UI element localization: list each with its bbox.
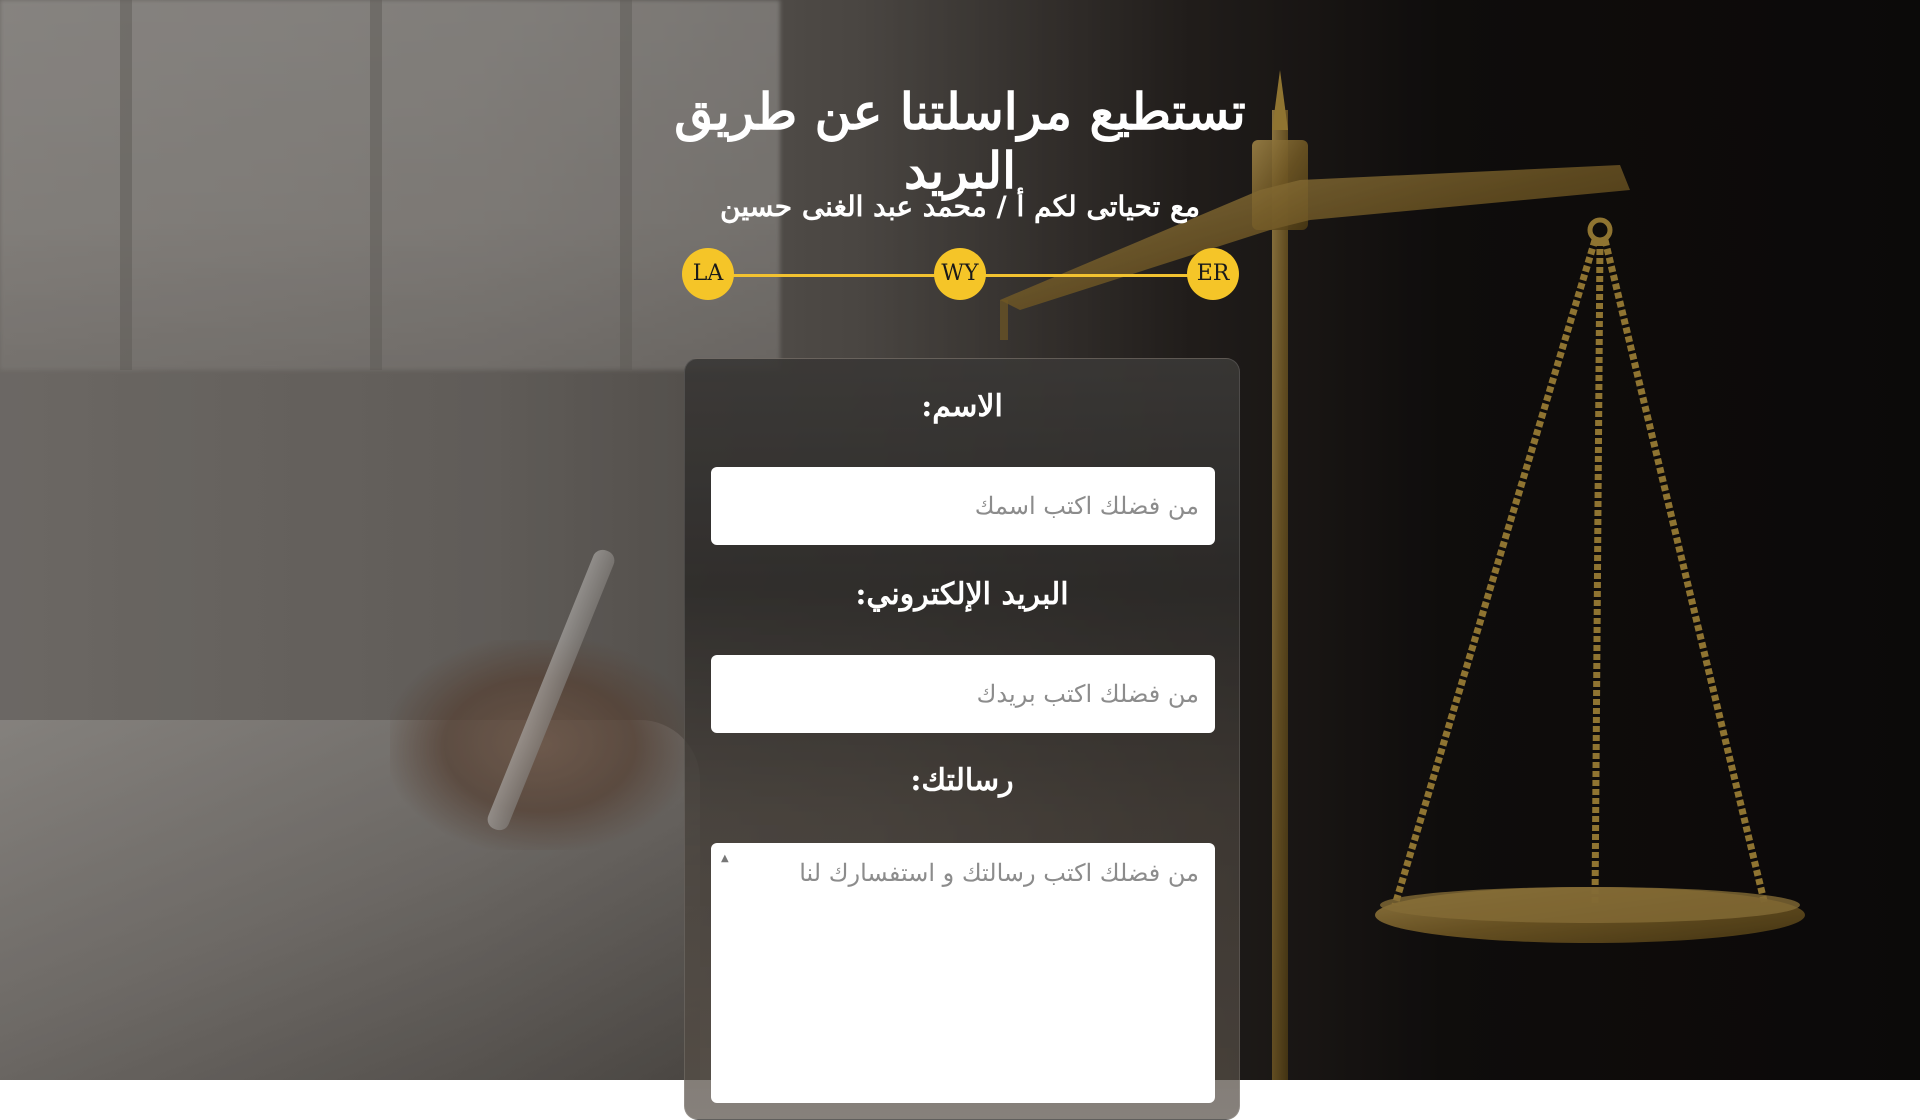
name-label: الاسم: xyxy=(921,389,1003,424)
email-input[interactable] xyxy=(711,655,1215,733)
email-label: البريد الإلكتروني: xyxy=(855,577,1069,612)
step-badge-wy[interactable]: WY xyxy=(934,248,986,300)
message-label: رسالتك: xyxy=(910,763,1014,798)
name-input[interactable] xyxy=(711,467,1215,545)
message-textarea[interactable] xyxy=(711,843,1215,1103)
page-subtitle: مع تحياتى لكم أ / محمد عبد الغنى حسين xyxy=(720,190,1200,223)
step-badge-er[interactable]: ER xyxy=(1187,248,1239,300)
step-badge-la[interactable]: LA xyxy=(682,248,734,300)
caret-up-icon: ▲ xyxy=(721,853,729,864)
page-title: تستطيع مراسلتنا عن طريق البريد xyxy=(674,82,1246,200)
contact-form-card: الاسم: البريد الإلكتروني: رسالتك: ▲ xyxy=(684,358,1240,1120)
